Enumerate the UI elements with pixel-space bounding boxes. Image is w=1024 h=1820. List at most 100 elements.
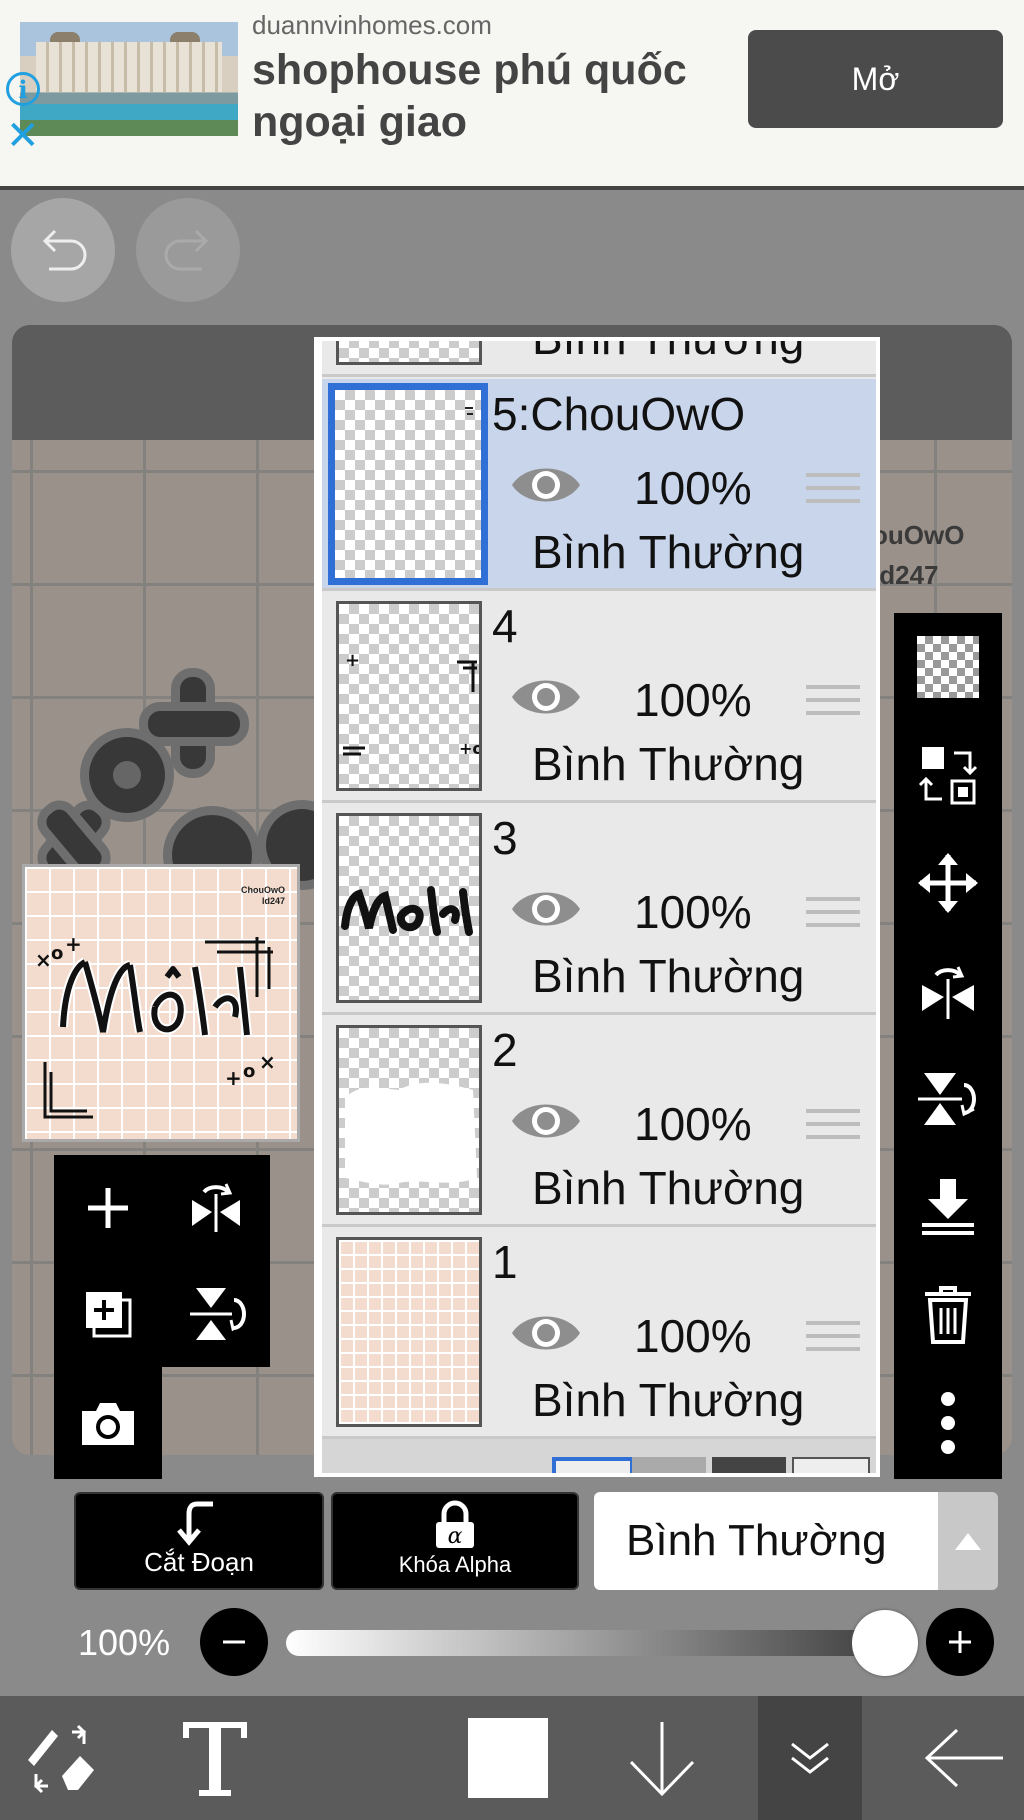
layer-opacity: 100% <box>634 886 752 938</box>
layer-opacity: 100% <box>634 1310 752 1362</box>
flip-vertical-icon <box>918 1073 976 1125</box>
eye-icon[interactable] <box>508 883 584 935</box>
duplicate-icon <box>86 1292 132 1338</box>
ad-domain: duannvinhomes.com <box>252 10 492 40</box>
redo-icon <box>164 229 209 271</box>
canvas-watermark-line2: ld247 <box>872 560 939 590</box>
info-icon[interactable]: i <box>6 72 40 106</box>
layer-row-2[interactable]: 2 100% Bình Thường <box>322 1015 876 1227</box>
ad-open-button[interactable]: Mở <box>748 30 1003 128</box>
opacity-slider-thumb[interactable] <box>852 1610 918 1676</box>
canvas-watermark-text: ouOwO ld247 <box>872 515 964 595</box>
opacity-control: 100% <box>0 1602 1024 1682</box>
redo-button[interactable] <box>136 198 240 302</box>
canvas-preview[interactable]: ChouOwO ld247 × o + + o × <box>22 864 300 1142</box>
svg-text:+: + <box>65 932 82 956</box>
layer-blend-mode: Bình Thường <box>532 1162 805 1214</box>
eye-icon[interactable] <box>508 1307 584 1359</box>
drag-handle-icon[interactable] <box>806 1109 860 1148</box>
chevron-double-down-icon <box>791 1742 829 1774</box>
pen-eraser-toggle[interactable] <box>0 1696 124 1820</box>
swap-button[interactable] <box>894 721 1002 829</box>
layer-opacity: 100% <box>634 462 752 514</box>
opacity-decrease-button[interactable] <box>200 1608 268 1676</box>
flip-vertical-tool[interactable] <box>894 1045 1002 1153</box>
plus-icon <box>949 1631 971 1653</box>
layer-blend-mode: Bình Thường <box>532 738 805 790</box>
svg-text:+o: +o <box>459 739 482 758</box>
merge-down-button[interactable] <box>894 1153 1002 1261</box>
blend-mode-select[interactable]: Bình Thường <box>594 1492 938 1590</box>
move-button[interactable] <box>894 829 1002 937</box>
alpha-lock-button[interactable]: α Khóa Alpha <box>331 1492 579 1590</box>
back-button[interactable] <box>906 1696 1024 1820</box>
opacity-label: 100% <box>78 1622 171 1663</box>
drag-handle-icon[interactable] <box>806 473 860 512</box>
layer-row-4[interactable]: + +o 4 100% Bình Thường <box>322 591 876 803</box>
camera-button[interactable] <box>54 1371 162 1477</box>
flip-vertical-icon <box>190 1288 246 1340</box>
close-icon[interactable]: ✕ <box>6 116 40 156</box>
canvas-watermark-line1: ouOwO <box>872 520 965 550</box>
layer-thumbnail <box>336 813 482 1003</box>
undo-button[interactable] <box>11 198 115 302</box>
svg-text:×: × <box>35 948 52 972</box>
layer-row-3[interactable]: 3 100% Bình Thường <box>322 803 876 1015</box>
delete-layer-button[interactable] <box>894 1261 1002 1369</box>
eye-icon[interactable] <box>508 459 584 511</box>
eye-icon[interactable] <box>508 671 584 723</box>
flip-horizontal-tool[interactable] <box>894 937 1002 1045</box>
text-tool-button[interactable] <box>160 1696 270 1820</box>
arrow-down-icon <box>629 1722 695 1797</box>
add-layer-button[interactable] <box>54 1155 162 1261</box>
layer-blend-mode: Bình Thường <box>532 1374 805 1426</box>
layer-opacity: 100% <box>634 674 752 726</box>
ad-title[interactable]: shophouse phú quốc ngoại giao <box>252 44 732 148</box>
plus-icon <box>88 1188 128 1228</box>
svg-text:o: o <box>51 943 63 964</box>
preview-artwork: × o + + o × <box>35 932 276 1119</box>
move-down-button[interactable] <box>610 1696 714 1820</box>
ad-image[interactable] <box>20 22 238 136</box>
layers-collapse-button[interactable] <box>758 1696 862 1820</box>
flip-horizontal-button[interactable] <box>162 1155 270 1261</box>
more-options-button[interactable] <box>894 1369 1002 1477</box>
ad-banner[interactable]: duannvinhomes.com shophouse phú quốc ngo… <box>0 0 1024 190</box>
svg-text:+: + <box>345 650 360 671</box>
triangle-up-icon <box>955 1533 981 1550</box>
drag-handle-icon[interactable] <box>806 685 860 724</box>
opacity-slider[interactable] <box>286 1630 896 1656</box>
eye-icon[interactable] <box>508 1095 584 1147</box>
drag-handle-icon[interactable] <box>806 897 860 936</box>
transparency-button[interactable] <box>894 613 1002 721</box>
color-swatch-button[interactable] <box>458 1696 558 1820</box>
trash-icon <box>925 1286 971 1344</box>
layer-blend-mode: Bình Thường <box>532 526 805 578</box>
flip-vertical-button[interactable] <box>162 1261 270 1367</box>
layer-name: 1 <box>492 1236 518 1288</box>
clipping-arrow-icon <box>177 1501 213 1546</box>
clipping-button[interactable]: Cắt Đoạn <box>74 1492 324 1590</box>
layer-thumbnail <box>328 383 488 585</box>
bottom-toolbar <box>0 1696 1024 1820</box>
drag-handle-icon[interactable] <box>806 1321 860 1360</box>
layers-panel[interactable]: Bình Thường 5:ChouOwO 100% Bình Thường +… <box>314 337 880 1477</box>
layer-opacity: 100% <box>634 1098 752 1150</box>
flip-horizontal-icon <box>922 966 974 1019</box>
lock-icon: α <box>436 1500 474 1549</box>
opacity-increase-button[interactable] <box>926 1608 994 1676</box>
checkerboard-icon <box>917 636 979 698</box>
layer-row-partial[interactable]: Bình Thường <box>322 341 876 377</box>
alpha-lock-label: Khóa Alpha <box>398 1552 512 1577</box>
duplicate-layer-button[interactable] <box>54 1261 162 1367</box>
layer-name: 2 <box>492 1024 518 1076</box>
blend-mode-dropdown-button[interactable] <box>938 1492 998 1590</box>
layer-row-1[interactable]: 1 100% Bình Thường <box>322 1227 876 1439</box>
layer-row-5[interactable]: 5:ChouOwO 100% Bình Thường <box>322 379 876 591</box>
minus-icon <box>223 1640 245 1644</box>
more-vertical-icon <box>941 1392 955 1454</box>
layer-blend-mode: Bình Thường <box>532 341 804 365</box>
layer-thumbnail <box>336 341 482 365</box>
layer-name: 5:ChouOwO <box>492 388 746 440</box>
clipping-label: Cắt Đoạn <box>144 1547 254 1577</box>
